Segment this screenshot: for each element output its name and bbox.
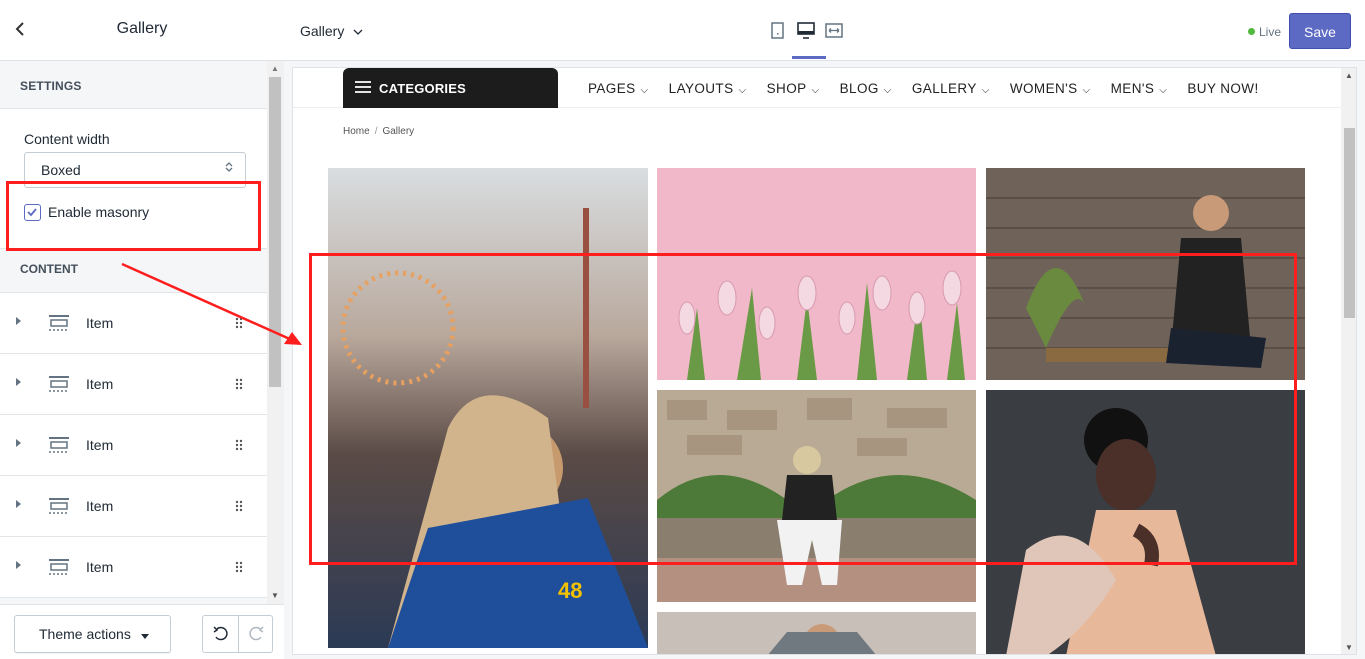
annotation-arrow-icon	[121, 262, 302, 345]
